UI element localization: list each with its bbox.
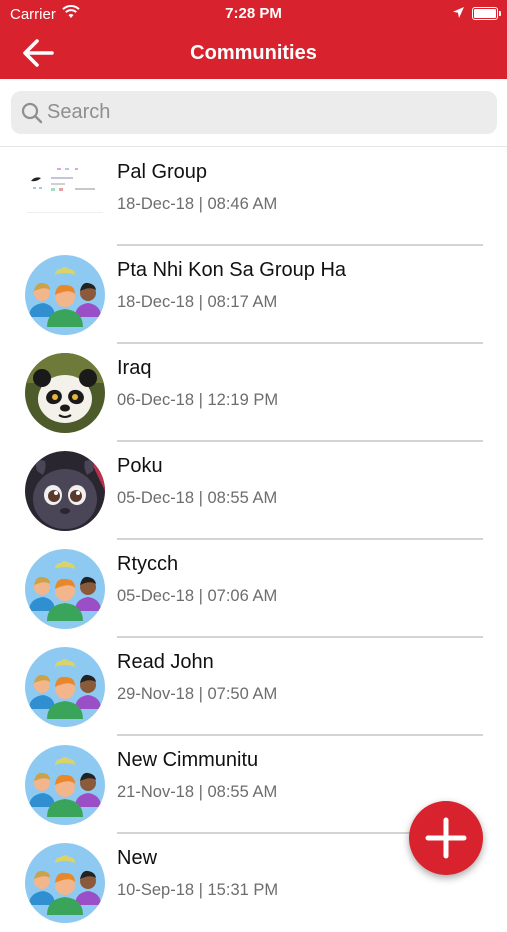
search-section: [0, 79, 507, 147]
list-item[interactable]: Iraq 06-Dec-18 | 12:19 PM: [0, 344, 507, 442]
group-people-icon: [25, 549, 105, 629]
back-button[interactable]: [20, 36, 60, 72]
page-title: Communities: [190, 42, 317, 64]
community-date: 06-Dec-18 | 12:19 PM: [117, 391, 279, 409]
clock: 7:28 PM: [225, 5, 282, 22]
list-item[interactable]: Rtycch 05-Dec-18 | 07:06 AM: [0, 540, 507, 638]
community-date: 18-Dec-18 | 08:17 AM: [117, 293, 278, 311]
community-date: 05-Dec-18 | 07:06 AM: [117, 587, 278, 605]
arrow-left-icon: [20, 39, 56, 74]
nav-bar: Communities: [0, 28, 507, 79]
list-item[interactable]: Poku 05-Dec-18 | 08:55 AM: [0, 442, 507, 540]
community-name: Pal Group: [117, 161, 208, 183]
search-icon: [21, 102, 43, 129]
community-name: Read John: [117, 651, 214, 673]
community-name: Rtycch: [117, 553, 179, 575]
list-item[interactable]: Pal Group 18-Dec-18 | 08:46 AM: [0, 148, 507, 246]
group-people-icon: [25, 745, 105, 825]
group-people-icon: [25, 647, 105, 727]
community-date: 10-Sep-18 | 15:31 PM: [117, 881, 279, 899]
community-name: Poku: [117, 455, 163, 477]
search-bar[interactable]: [11, 91, 497, 134]
group-people-icon: [25, 843, 105, 923]
community-date: 29-Nov-18 | 07:50 AM: [117, 685, 278, 703]
location-arrow-icon: [452, 6, 465, 23]
list-item[interactable]: Read John 29-Nov-18 | 07:50 AM: [0, 638, 507, 736]
community-date: 21-Nov-18 | 08:55 AM: [117, 783, 278, 801]
add-community-button[interactable]: [409, 801, 483, 875]
community-name: Iraq: [117, 357, 152, 379]
panda-photo-avatar: [25, 353, 105, 433]
plus-icon: [409, 817, 483, 879]
creature-photo-avatar: [25, 451, 105, 531]
list-item[interactable]: Pta Nhi Kon Sa Group Ha 18-Dec-18 | 08:1…: [0, 246, 507, 344]
search-input[interactable]: [47, 91, 487, 134]
group-people-icon: [25, 255, 105, 335]
status-bar: Carrier 7:28 PM: [0, 0, 507, 28]
community-date: 18-Dec-18 | 08:46 AM: [117, 195, 278, 213]
community-name: New: [117, 847, 158, 869]
battery-icon: [472, 7, 501, 20]
community-name: New Cimmunitu: [117, 749, 259, 771]
community-date: 05-Dec-18 | 08:55 AM: [117, 489, 278, 507]
screenshot-thumbnail-avatar: [25, 157, 105, 237]
community-name: Pta Nhi Kon Sa Group Ha: [117, 259, 347, 281]
